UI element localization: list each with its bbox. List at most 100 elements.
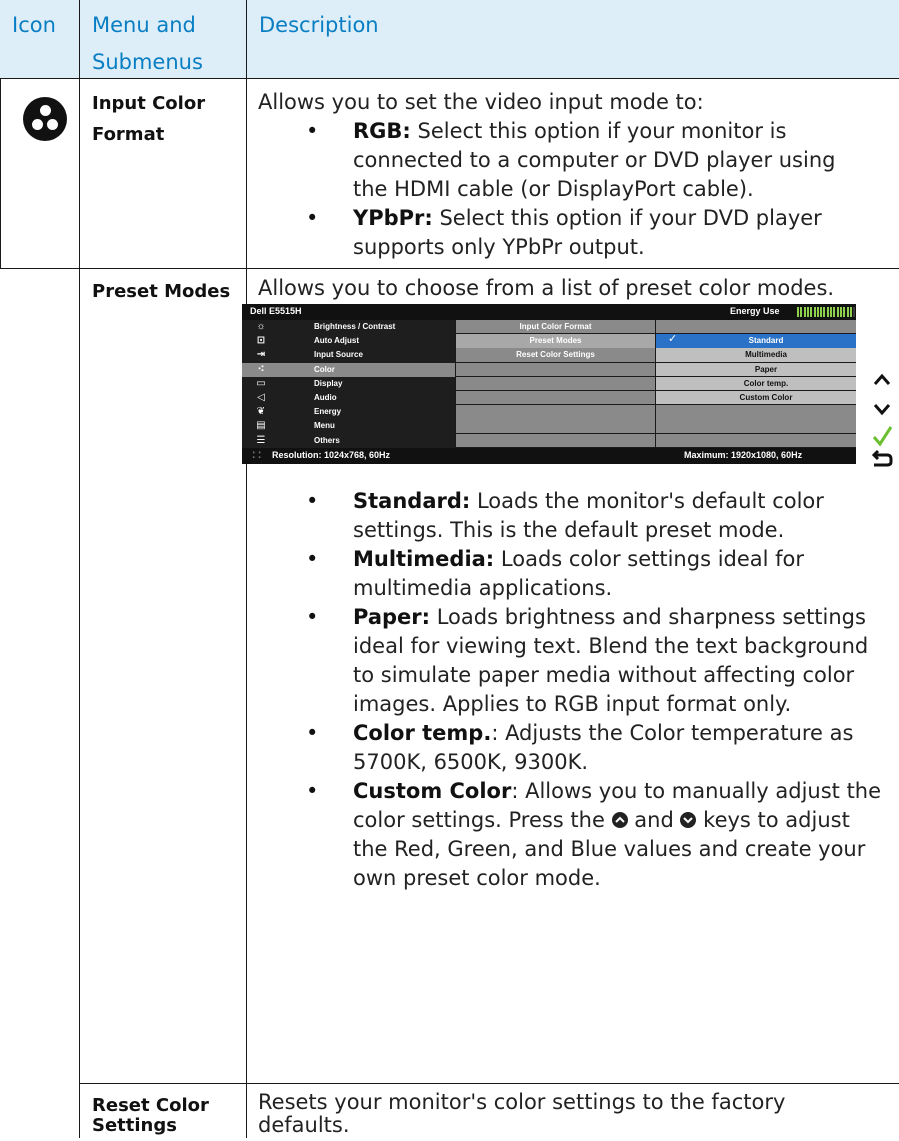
osd-option-cell [656,433,856,447]
osd-menu-row: ▤ Menu [242,419,856,434]
energy-bar-segment [843,307,846,317]
divider [80,1083,899,1084]
down-button-icon [680,812,697,828]
energy-bar-segment [849,307,852,317]
osd-submenu-cell[interactable]: Preset Modes [456,334,655,348]
osd-menu-row: ◁ Audio Custom Color [242,391,856,406]
osd-submenu-cell[interactable]: Reset Color Settings [456,348,655,362]
preset-modes-label: Preset Modes [92,281,231,302]
osd-option-cell[interactable]: ✓ Standard [656,333,856,348]
osd-title-bar: Dell E5515H Energy Use [242,304,856,320]
list-item-cont: ideal for viewing text. Blend the text b… [353,634,869,658]
osd-menu-item-label: Auto Adjust [314,336,360,346]
osd-model-name: Dell E5515H [250,306,302,316]
osd-menu-row: ⇥ Input Source Reset Color Settings Multime… [242,348,856,363]
down-arrow-icon [873,404,891,416]
header-icon-column: Icon [12,13,56,37]
osd-option-cell[interactable]: Color temp. [656,376,856,391]
list-item-cont: settings. This is the default preset mod… [353,518,785,542]
osd-menu-item-energy[interactable]: ❦ Energy [242,405,455,420]
header-menu-column-line2: Submenus [92,50,203,74]
osd-status-bar: ⁚ ⁚ Resolution: 1024x768, 60Hz Maximum: … [242,448,856,464]
osd-option-cell [656,419,856,433]
preset-modes-list: Standard: Loads the monitor's default co… [306,487,881,893]
energy-bar-segment [806,307,809,317]
osd-maximum-resolution: Maximum: 1920x1080, 60Hz [684,450,803,460]
preset-modes-intro: Allows you to choose from a list of pres… [258,276,835,300]
osd-menu-item-label: Audio [314,393,337,402]
osd-option-cell[interactable]: Multimedia [656,348,856,362]
others-icon: ☰ [256,434,266,446]
osd-submenu-cell [456,362,655,376]
list-item-cont: the HDMI cable (or DisplayPort cable). [353,177,754,201]
osd-menu-item-menu[interactable]: ▤ Menu [242,419,455,434]
osd-option-label: Custom Color [739,393,793,402]
osd-color-menu-table: Icon Menu and Submenus Description Input… [0,0,899,1138]
energy-bar-segment [816,307,819,317]
osd-menu-row: ▭ Display Color temp. [242,376,856,392]
osd-menu-item-brightness-contrast[interactable]: ☼ Brightness / Contrast [242,320,455,335]
energy-bar-segment [820,307,823,317]
divider [246,0,247,1138]
divider [0,268,899,269]
osd-option-label: Paper [754,364,778,374]
list-item-cont: multimedia applications. [353,576,613,600]
list-item: Paper: Loads brightness and sharpness se… [306,603,881,632]
up-button-icon [611,812,628,828]
osd-submenu-label: Input Color Format [519,322,592,331]
list-item: Color temp.: Adjusts the Color temperatu… [306,719,881,748]
energy-bar-segment [836,307,839,317]
osd-option-cell[interactable]: Custom Color [656,391,856,405]
osd-option-cell [656,405,856,419]
list-item-cont: color settings. Press the and keys to ad… [353,808,850,832]
osd-menu-item-auto-adjust[interactable]: ⊡ Auto Adjust [242,334,455,349]
energy-bar-segment [839,307,842,317]
header-description-column: Description [259,13,379,37]
osd-menu-row: ⊡ Auto Adjust Preset Modes ✓ Standard [242,333,856,349]
osd-option-label: Color temp. [743,378,789,388]
osd-submenu-label: Reset Color Settings [516,350,595,360]
list-item-cont: connected to a computer or DVD player us… [353,148,836,172]
input-color-format-intro: Allows you to set the video input mode t… [258,90,704,114]
list-item: Multimedia: Loads color settings ideal f… [306,545,881,574]
osd-menu-item-label: Input Source [314,350,363,360]
osd-menu-row: ❦ Energy [242,405,856,420]
divider [79,0,80,1138]
osd-menu-item-others[interactable]: ☰ Others [242,433,455,448]
checkmark-icon: ✓ [668,333,678,346]
osd-option-label: Standard [748,336,784,346]
osd-submenu-cell[interactable]: Input Color Format [456,320,655,334]
list-item-cont: images. Applies to RGB input format only… [353,692,792,716]
input-color-format-label-line2: Format [92,124,165,145]
energy-bar-segment [833,307,836,317]
osd-menu-row: ☰ Others [242,433,856,448]
list-item-cont: own preset color mode. [353,866,601,890]
up-arrow-icon [873,373,891,385]
osd-option-cell [656,320,856,334]
osd-menu-item-label: Menu [314,421,335,431]
reset-color-settings-label-line2: Settings [92,1115,177,1136]
osd-menu-item-display[interactable]: ▭ Display [242,376,455,392]
osd-menu-item-input-source[interactable]: ⇥ Input Source [242,348,455,363]
osd-submenu-cell [456,433,655,447]
divider [0,78,899,79]
osd-option-label: Multimedia [745,350,787,360]
energy-bar-segment [813,307,816,317]
osd-submenu-cell [456,405,655,419]
input-color-format-label: Input Color [92,93,206,114]
energy-bar-segment [810,307,813,317]
osd-menu-item-label: Brightness / Contrast [314,322,396,331]
osd-menu-item-color[interactable]: ⁖ Color [242,362,455,377]
osd-menu-row: ☼ Brightness / Contrast Input Color Format [242,320,856,335]
back-icon [871,449,893,467]
osd-menu-item-audio[interactable]: ◁ Audio [242,391,455,406]
osd-menu-item-label: Color [314,364,335,374]
list-item-cont: 5700K, 6500K, 9300K. [353,750,589,774]
color-menu-icon [23,97,67,141]
check-icon [872,426,893,447]
input-color-format-options: RGB: Select this option if your monitor … [306,117,836,262]
list-item-cont: supports only YPbPr output. [353,235,645,259]
osd-menu-screenshot: Dell E5515H Energy Use ☼ Brightness / Con… [242,304,856,464]
energy-bar-segment [826,307,829,317]
osd-option-cell[interactable]: Paper [656,362,856,376]
